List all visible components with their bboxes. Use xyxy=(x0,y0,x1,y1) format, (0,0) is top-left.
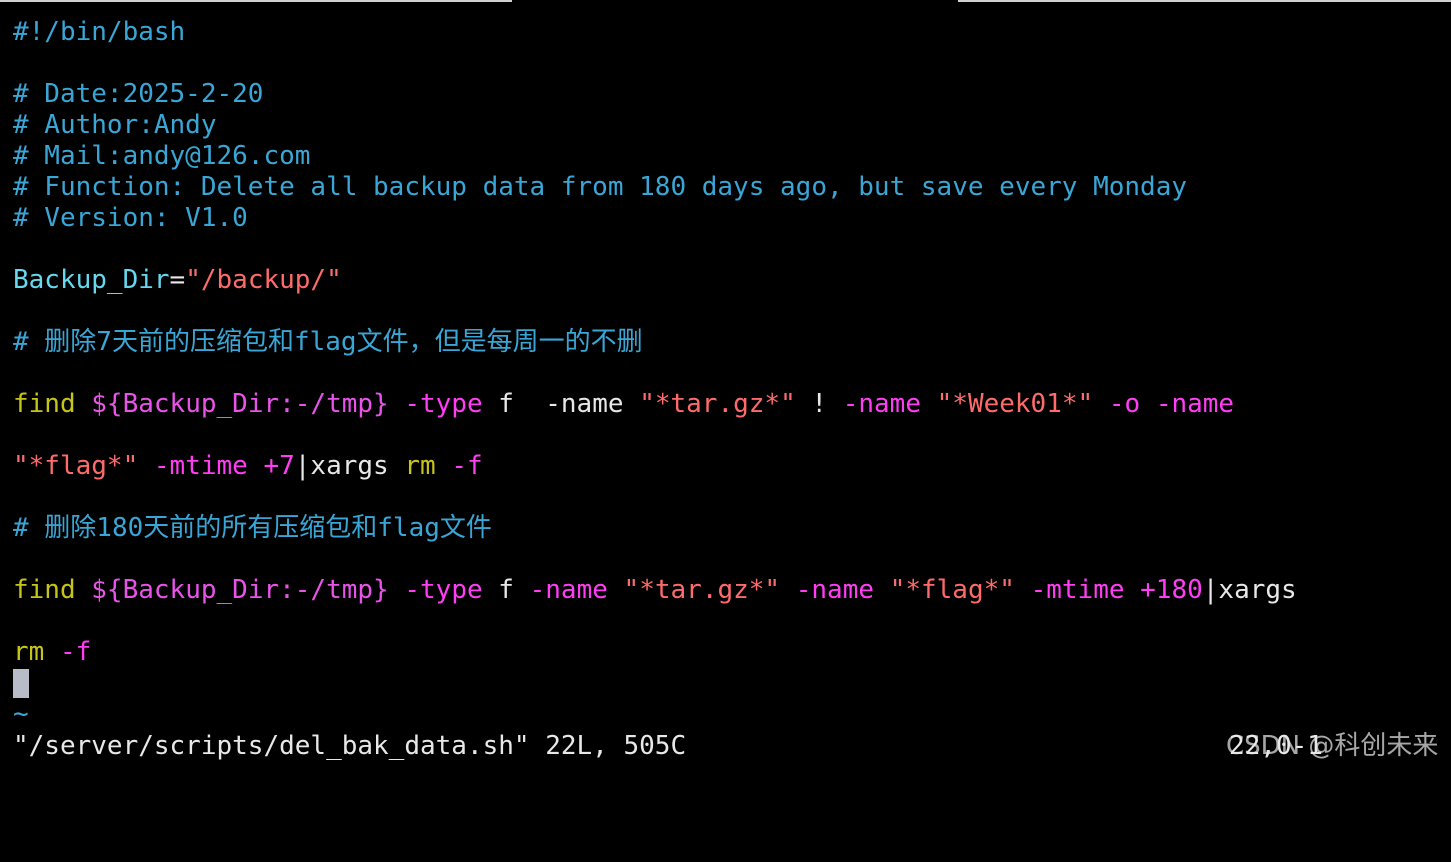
editor-line[interactable] xyxy=(13,48,1443,79)
editor-line[interactable]: Backup_Dir="/backup/" xyxy=(13,265,1443,296)
syntax-token-plain: ! xyxy=(795,389,843,419)
syntax-token-command: rm xyxy=(404,451,436,481)
syntax-token-plain: = xyxy=(169,265,186,295)
vim-editor-buffer[interactable]: #!/bin/bash # Date:2025-2-20 # Author:Andy… xyxy=(13,17,1443,730)
syntax-token-plain xyxy=(921,389,937,419)
syntax-token-string: "*flag*" xyxy=(13,451,139,481)
syntax-token-plain xyxy=(1015,575,1031,605)
editor-line[interactable]: # Version: V1.0 xyxy=(13,203,1443,234)
syntax-token-plain xyxy=(1125,575,1141,605)
editor-line[interactable] xyxy=(13,358,1443,389)
syntax-token-expansion: ${Backup_Dir:-/tmp} xyxy=(91,575,389,605)
syntax-token-plain xyxy=(608,575,624,605)
top-edge-segment-right xyxy=(958,0,1451,2)
editor-line[interactable] xyxy=(13,296,1443,327)
editor-line[interactable]: # Date:2025-2-20 xyxy=(13,79,1443,110)
text-cursor-block xyxy=(13,669,29,698)
syntax-token-string: "*flag*" xyxy=(889,575,1015,605)
syntax-token-comment: #!/bin/bash xyxy=(13,17,186,47)
editor-line[interactable]: #!/bin/bash xyxy=(13,17,1443,48)
editor-line[interactable] xyxy=(13,606,1443,637)
syntax-token-plain xyxy=(76,389,92,419)
syntax-token-comment: ~ xyxy=(13,699,29,729)
syntax-token-plain xyxy=(1140,389,1156,419)
syntax-token-option: -o xyxy=(1108,389,1141,419)
editor-line[interactable]: # 删除7天前的压缩包和flag文件，但是每周一的不删 xyxy=(13,327,1443,358)
syntax-token-identifier: Backup_Dir xyxy=(13,265,170,295)
editor-line[interactable] xyxy=(13,234,1443,265)
window-top-edge xyxy=(0,0,1451,2)
syntax-token-option: -type xyxy=(404,575,483,605)
editor-line[interactable] xyxy=(13,544,1443,575)
syntax-token-option: -name xyxy=(842,389,921,419)
syntax-token-option: -name xyxy=(1155,389,1235,419)
syntax-token-plain xyxy=(780,575,796,605)
editor-line[interactable]: ~ xyxy=(13,699,1443,730)
syntax-token-string: "*Week01*" xyxy=(936,389,1094,419)
syntax-token-plain: |xargs xyxy=(294,451,405,481)
editor-line[interactable] xyxy=(13,420,1443,451)
editor-line[interactable] xyxy=(13,668,1443,699)
syntax-token-option: +7 xyxy=(263,451,295,481)
syntax-token-option: -mtime xyxy=(1030,575,1125,605)
syntax-token-plain xyxy=(138,451,154,481)
syntax-token-plain: f -name xyxy=(482,389,640,419)
syntax-token-plain xyxy=(389,389,405,419)
file-info-message: "/server/scripts/del_bak_data.sh" 22L, 5… xyxy=(13,731,687,761)
csdn-watermark: CSDN @科创未来 xyxy=(1226,731,1439,761)
syntax-token-plain xyxy=(874,575,890,605)
syntax-token-comment: # 删除7天前的压缩包和flag文件，但是每周一的不删 xyxy=(13,327,643,357)
syntax-token-plain xyxy=(76,575,92,605)
syntax-token-option: -type xyxy=(404,389,483,419)
syntax-token-plain xyxy=(389,575,405,605)
editor-line[interactable]: "*flag*" -mtime +7|xargs rm -f xyxy=(13,451,1443,482)
syntax-token-option: -f xyxy=(59,637,92,667)
vim-status-line: "/server/scripts/del_bak_data.sh" 22L, 5… xyxy=(13,730,1443,763)
syntax-token-comment: # Function: Delete all backup data from … xyxy=(13,172,1187,202)
syntax-token-comment: # Mail:andy@126.com xyxy=(13,141,311,171)
syntax-token-option: +180 xyxy=(1140,575,1203,605)
syntax-token-comment: # Version: V1.0 xyxy=(13,203,248,233)
syntax-token-comment: # 删除180天前的所有压缩包和flag文件 xyxy=(13,513,492,543)
syntax-token-string: "*tar.gz*" xyxy=(639,389,796,419)
editor-line[interactable]: # Function: Delete all backup data from … xyxy=(13,172,1443,203)
syntax-token-plain xyxy=(436,451,452,481)
syntax-token-option: -f xyxy=(451,451,483,481)
syntax-token-command: rm xyxy=(13,637,45,667)
syntax-token-command: find xyxy=(13,575,76,605)
editor-line[interactable] xyxy=(13,482,1443,513)
top-edge-segment-left xyxy=(0,0,512,2)
syntax-token-comment: # Date:2025-2-20 xyxy=(13,79,264,109)
syntax-token-option: -name xyxy=(529,575,608,605)
editor-line[interactable]: rm -f xyxy=(13,637,1443,668)
editor-line[interactable]: # 删除180天前的所有压缩包和flag文件 xyxy=(13,513,1443,544)
syntax-token-plain xyxy=(44,637,60,667)
editor-line[interactable]: find ${Backup_Dir:-/tmp} -type f -name "… xyxy=(13,389,1443,420)
syntax-token-comment: # Author:Andy xyxy=(13,110,217,140)
syntax-token-string: "*tar.gz*" xyxy=(623,575,781,605)
syntax-token-plain xyxy=(1093,389,1109,419)
syntax-token-expansion: ${Backup_Dir:-/tmp} xyxy=(91,389,389,419)
syntax-token-command: find xyxy=(13,389,76,419)
editor-line[interactable]: find ${Backup_Dir:-/tmp} -type f -name "… xyxy=(13,575,1443,606)
syntax-token-option: -name xyxy=(795,575,875,605)
syntax-token-option: -mtime xyxy=(153,451,248,481)
syntax-token-plain xyxy=(248,451,264,481)
editor-line[interactable]: # Mail:andy@126.com xyxy=(13,141,1443,172)
syntax-token-plain: f xyxy=(482,575,530,605)
editor-line[interactable]: # Author:Andy xyxy=(13,110,1443,141)
syntax-token-plain: |xargs xyxy=(1202,575,1297,605)
syntax-token-string: "/backup/" xyxy=(185,265,342,295)
